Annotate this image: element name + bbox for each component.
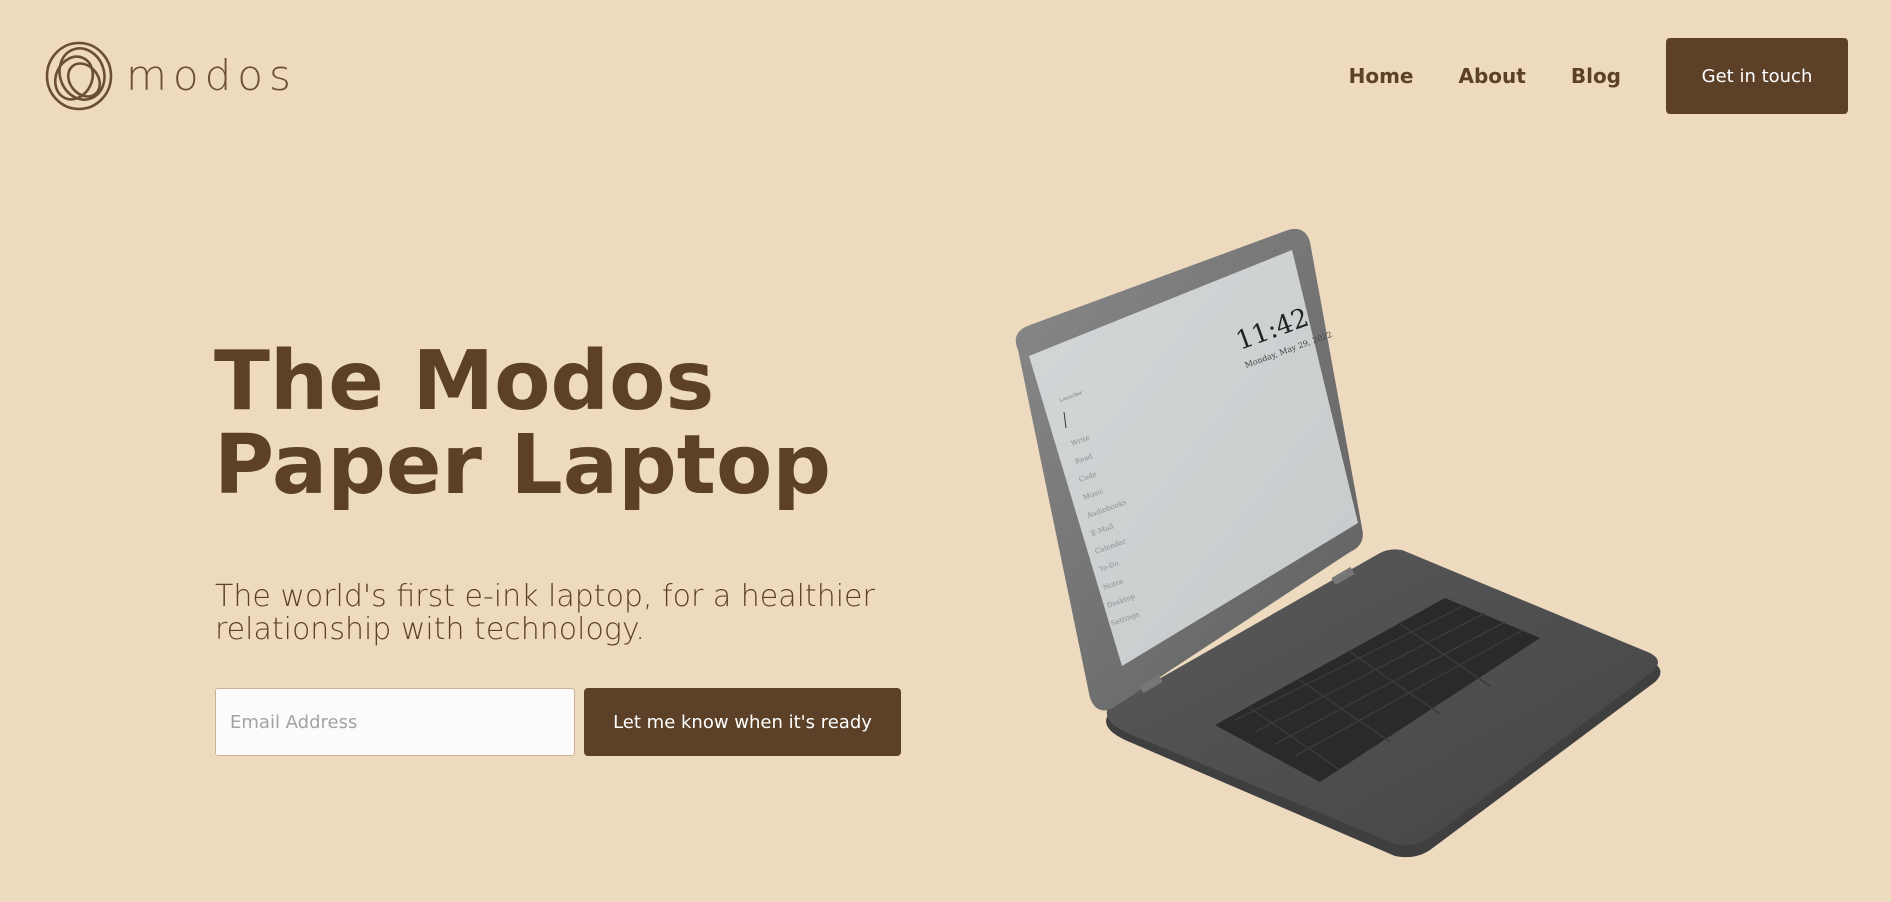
nav-about-link[interactable]: About	[1459, 64, 1526, 88]
nav-blog-link[interactable]: Blog	[1571, 64, 1621, 88]
brand-name: modos	[126, 51, 297, 100]
laptop-image: 11:42 Monday, May 29, 2022 Launcher Writ…	[1015, 228, 1661, 858]
notify-me-button[interactable]: Let me know when it's ready	[584, 688, 901, 756]
signup-form: Let me know when it's ready	[215, 688, 901, 756]
logo[interactable]: modos	[44, 40, 297, 112]
hero-title: The Modos Paper Laptop	[214, 334, 832, 513]
main-nav: Home About Blog Get in touch	[1304, 38, 1848, 114]
modos-swirl-icon	[45, 41, 113, 111]
get-in-touch-button[interactable]: Get in touch	[1666, 38, 1848, 114]
hero-subtitle: The world's first e-ink laptop, for a he…	[215, 579, 875, 647]
nav-home-link[interactable]: Home	[1349, 64, 1414, 88]
email-input[interactable]	[215, 688, 575, 756]
